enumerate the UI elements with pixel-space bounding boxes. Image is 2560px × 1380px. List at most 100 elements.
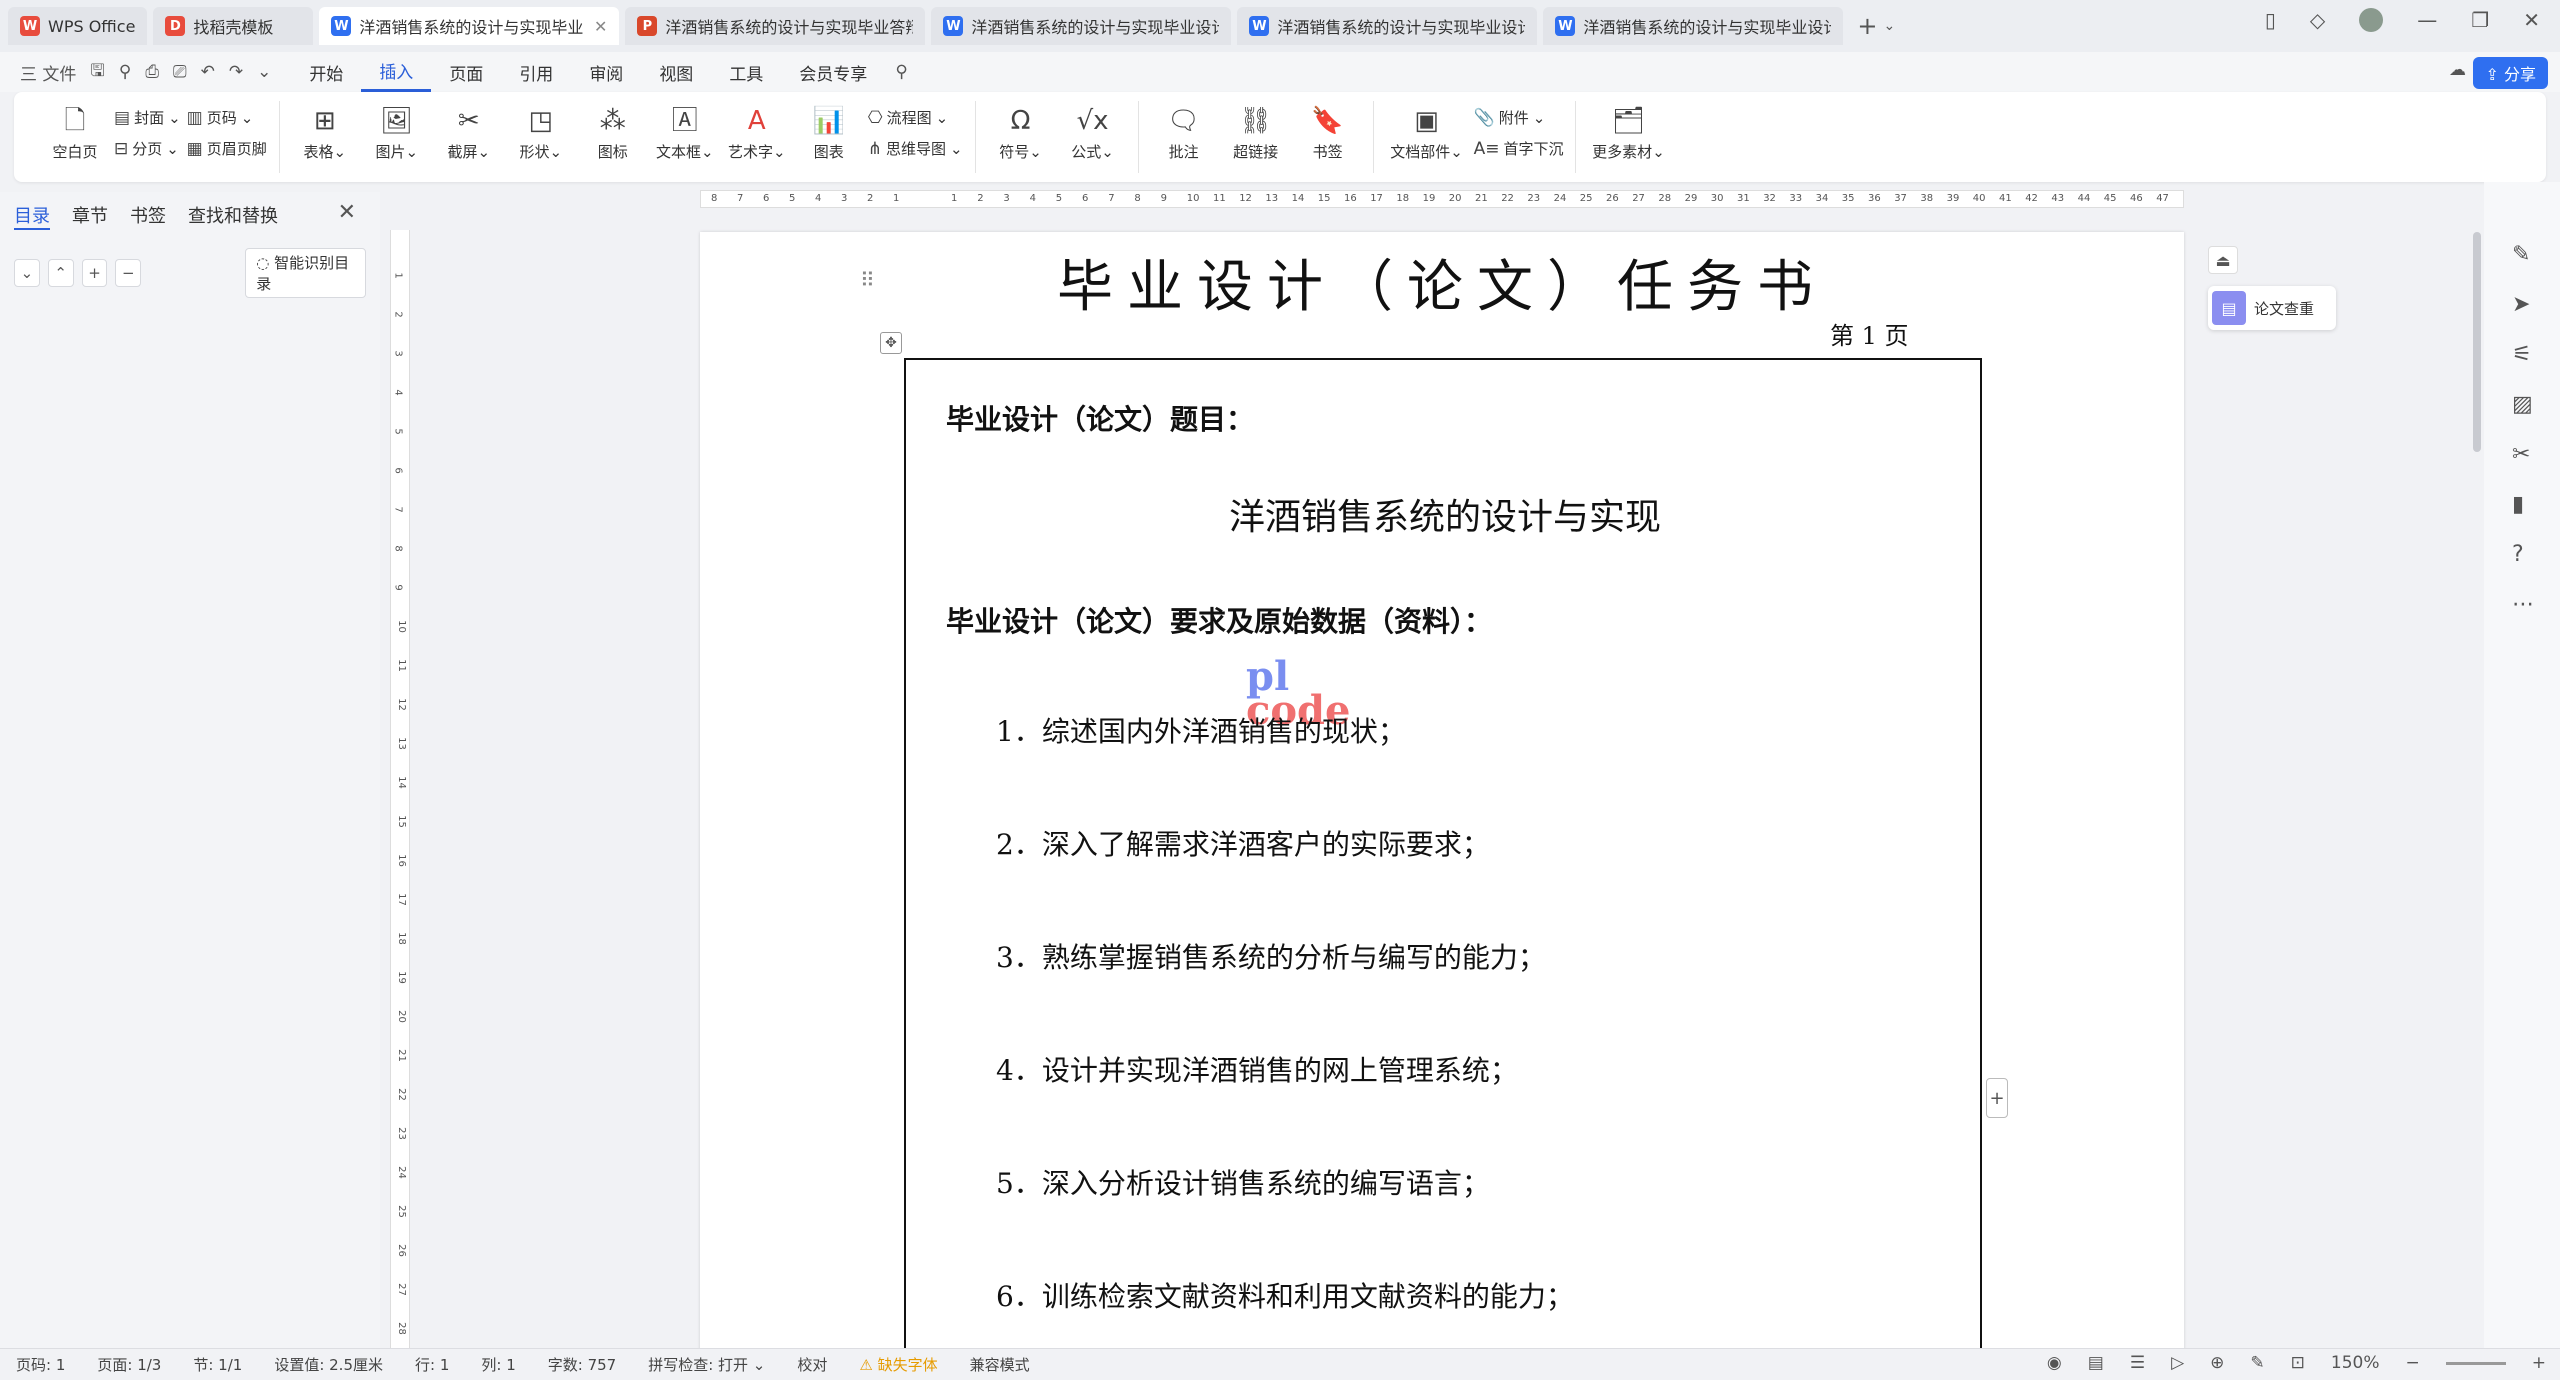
file-menu[interactable]: 三 文件: [20, 60, 76, 85]
status-setting[interactable]: 设置值: 2.5厘米: [258, 1354, 399, 1375]
tab-toc[interactable]: 目录: [14, 202, 50, 230]
shape-button[interactable]: ◳ 形状⌄: [508, 101, 574, 162]
image-edit-icon[interactable]: ▨: [2512, 392, 2533, 417]
task-table[interactable]: 毕业设计（论文）题目： 洋酒销售系统的设计与实现 毕业设计（论文）要求及原始数据…: [904, 358, 1982, 1358]
tab-doc-4[interactable]: W 洋酒销售系统的设计与实现毕业设计-: [1237, 7, 1538, 45]
zoom-slider[interactable]: [2445, 1361, 2506, 1365]
plagiarism-check-button[interactable]: ▤ 论文查重: [2208, 286, 2336, 330]
layout-icon[interactable]: ▯: [2265, 8, 2276, 32]
screenshot-button[interactable]: ✂ 截屏⌄: [436, 101, 502, 162]
status-pages[interactable]: 页面: 1/3: [81, 1354, 177, 1375]
icon-button[interactable]: ⁂ 图标: [580, 101, 646, 162]
menu-review[interactable]: 审阅: [571, 60, 641, 85]
formula-button[interactable]: √x 公式⌄: [1060, 101, 1126, 162]
redo-icon[interactable]: ↷: [229, 62, 243, 82]
header-footer-button[interactable]: ▦ 页眉页脚: [187, 138, 267, 159]
tab-bookmarks[interactable]: 书签: [130, 202, 166, 230]
status-section[interactable]: 节: 1/1: [177, 1354, 258, 1375]
globe-icon[interactable]: ⊕: [2210, 1353, 2224, 1373]
table-button[interactable]: ⊞ 表格⌄: [292, 101, 358, 162]
status-spell[interactable]: 拼写检查: 打开 ⌄: [632, 1354, 781, 1375]
save-icon[interactable]: 🖫: [90, 58, 104, 87]
close-window-icon[interactable]: ✕: [2523, 8, 2540, 32]
status-page[interactable]: 页码: 1: [0, 1354, 81, 1375]
bookmark-button[interactable]: 🔖 书签: [1295, 101, 1361, 162]
close-tab-icon[interactable]: ✕: [594, 17, 607, 36]
page-view-icon[interactable]: ▤: [2088, 1353, 2104, 1373]
cover-button[interactable]: ▤ 封面 ⌄: [114, 107, 181, 128]
eye-icon[interactable]: ◉: [2047, 1353, 2062, 1373]
chevron-down-icon[interactable]: ⌄: [14, 259, 40, 287]
tab-wps-office[interactable]: W WPS Office: [8, 7, 148, 45]
smart-toc-button[interactable]: ◌ 智能识别目录: [245, 248, 367, 298]
symbol-button[interactable]: Ω 符号⌄: [988, 101, 1054, 162]
chevron-down-icon[interactable]: ⌄: [257, 62, 271, 82]
status-words[interactable]: 字数: 757: [532, 1354, 632, 1375]
mindmap-button[interactable]: ⋔ 思维导图 ⌄: [868, 138, 963, 159]
collapse-icon[interactable]: ⏏: [2208, 246, 2238, 274]
tab-list-icon[interactable]: ⌄: [1884, 18, 1896, 34]
picture-button[interactable]: 🖼 图片⌄: [364, 101, 430, 162]
menu-member[interactable]: 会员专享: [781, 60, 885, 85]
drop-cap-button[interactable]: A≡ 首字下沉: [1474, 138, 1564, 159]
page-break-button[interactable]: ⊟ 分页 ⌄: [114, 138, 181, 159]
tools-icon[interactable]: ✂: [2512, 442, 2530, 467]
menu-references[interactable]: 引用: [501, 60, 571, 85]
textbox-button[interactable]: 🄰 文本框⌄: [652, 101, 718, 162]
status-missing-font[interactable]: ⚠ 缺失字体: [843, 1354, 953, 1375]
zoom-in-icon[interactable]: +: [2532, 1353, 2546, 1373]
chevron-up-icon[interactable]: ⌃: [47, 259, 74, 287]
page-number-button[interactable]: ▥ 页码 ⌄: [187, 107, 267, 128]
vertical-scrollbar[interactable]: [2470, 192, 2484, 1348]
tab-doc-ppt[interactable]: P 洋酒销售系统的设计与实现毕业答辩p: [625, 7, 926, 45]
tab-doc-3[interactable]: W 洋酒销售系统的设计与实现毕业设计论: [931, 7, 1232, 45]
share-button[interactable]: ⇪ 分享: [2473, 57, 2548, 89]
tab-templates[interactable]: D 找稻壳模板: [153, 7, 314, 45]
add-row-icon[interactable]: +: [1986, 1078, 2008, 1118]
menu-page[interactable]: 页面: [431, 60, 501, 85]
hyperlink-button[interactable]: ⛓ 超链接: [1223, 101, 1289, 162]
document-page[interactable]: ⠿ 毕业设计（论文）任务书 第 1 页 ✥ 毕业设计（论文）题目： 洋酒销售系统…: [700, 232, 2184, 1358]
undo-icon[interactable]: ↶: [201, 62, 215, 82]
attachment-button[interactable]: 📎 附件 ⌄: [1474, 107, 1564, 128]
tab-find-replace[interactable]: 查找和替换: [188, 202, 278, 230]
more-icon[interactable]: ⋯: [2512, 592, 2534, 617]
minimize-icon[interactable]: —: [2417, 8, 2437, 32]
table-move-icon[interactable]: ✥: [880, 332, 902, 354]
outline-view-icon[interactable]: ☰: [2130, 1353, 2145, 1373]
blank-page-button[interactable]: 🗋 空白页: [42, 101, 108, 162]
avatar[interactable]: [2359, 8, 2384, 32]
horizontal-ruler[interactable]: 8 7 6 5 4 3 2 1 1 2 3 4 5 6 7 8 9 10 11 12 13 14 15 16 17 18 19 20 2…: [700, 190, 2184, 208]
zoom-level[interactable]: 150%: [2331, 1353, 2380, 1373]
tab-doc-5[interactable]: W 洋酒销售系统的设计与实现毕业设计: [1543, 7, 1844, 45]
print-preview-icon[interactable]: ⎚: [173, 62, 187, 82]
pen-icon[interactable]: ✎: [2512, 242, 2530, 267]
status-proof[interactable]: 校对: [781, 1354, 843, 1375]
search-icon[interactable]: ⚲: [885, 62, 917, 82]
more-materials-button[interactable]: 🗂 更多素材⌄: [1588, 101, 1668, 162]
comment-button[interactable]: 🗨 批注: [1151, 101, 1217, 162]
wordart-button[interactable]: A 艺术字⌄: [724, 101, 790, 162]
vertical-ruler[interactable]: 1 2 3 4 5 6 7 8 9 10 11 12 13 14 15 16 17 18 19 20 21 22 23 24 2…: [390, 230, 410, 1348]
chart-button[interactable]: 📊 图表: [796, 101, 862, 162]
status-col[interactable]: 列: 1: [465, 1354, 531, 1375]
flowchart-button[interactable]: ⎔ 流程图 ⌄: [868, 107, 963, 128]
tab-chapters[interactable]: 章节: [72, 202, 108, 230]
menu-insert[interactable]: 插入: [361, 52, 432, 92]
cloud-icon[interactable]: ☁: [2449, 60, 2466, 80]
fit-icon[interactable]: ⊡: [2291, 1353, 2305, 1373]
cursor-icon[interactable]: ➤: [2512, 292, 2530, 317]
book-icon[interactable]: ▮: [2512, 492, 2524, 517]
tab-doc-active[interactable]: W洋酒销售系统的设计与实现毕业设任✕: [319, 7, 620, 45]
help-icon[interactable]: ?: [2512, 542, 2524, 567]
remove-icon[interactable]: −: [115, 259, 142, 287]
restore-icon[interactable]: ❐: [2471, 8, 2489, 32]
cube-icon[interactable]: ◇: [2310, 8, 2325, 32]
sliders-icon[interactable]: ⚟: [2512, 342, 2532, 367]
menu-home[interactable]: 开始: [291, 60, 361, 85]
scroll-thumb[interactable]: [2473, 232, 2481, 452]
pen-icon[interactable]: ✎: [2250, 1353, 2264, 1373]
play-icon[interactable]: ▷: [2171, 1353, 2184, 1373]
add-icon[interactable]: +: [81, 259, 108, 287]
zoom-out-icon[interactable]: −: [2406, 1353, 2420, 1373]
